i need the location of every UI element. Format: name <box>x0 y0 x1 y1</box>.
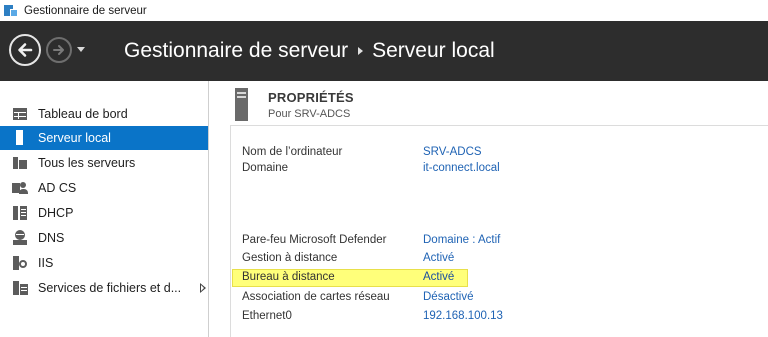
sidebar-item-file-services[interactable]: Services de fichiers et d... <box>0 276 208 300</box>
property-value-link[interactable]: Domaine : Actif <box>423 234 500 246</box>
property-row-remote-management: Gestion à distance Activé <box>242 252 762 268</box>
window-title-bar: Gestionnaire de serveur <box>0 0 768 21</box>
sidebar-item-label: Serveur local <box>38 131 111 145</box>
back-button[interactable] <box>9 34 41 66</box>
sidebar-item-dashboard[interactable]: Tableau de bord <box>0 102 208 126</box>
window-title: Gestionnaire de serveur <box>24 4 147 17</box>
property-value-link[interactable]: Activé <box>423 252 454 264</box>
property-key: Gestion à distance <box>242 252 338 264</box>
local-server-icon <box>12 130 28 146</box>
property-row-domain: Domaine it-connect.local <box>242 162 762 178</box>
property-key: Association de cartes réseau <box>242 291 390 303</box>
sidebar-item-local-server[interactable]: Serveur local <box>0 126 208 150</box>
forward-button[interactable] <box>46 37 72 63</box>
sidebar-item-label: IIS <box>38 256 54 270</box>
property-key: Pare-feu Microsoft Defender <box>242 234 387 246</box>
property-value-link[interactable]: it-connect.local <box>423 162 500 174</box>
history-dropdown-button[interactable] <box>77 47 85 52</box>
submenu-arrow-icon[interactable] <box>200 283 206 293</box>
breadcrumb: Gestionnaire de serveur Serveur local <box>124 37 495 65</box>
sidebar-item-label: Services de fichiers et d... <box>38 281 182 295</box>
properties-subtitle: Pour SRV-ADCS <box>268 108 351 120</box>
sidebar-item-label: DHCP <box>38 206 74 220</box>
dashboard-icon <box>12 106 28 122</box>
sidebar-item-label: DNS <box>38 231 65 245</box>
property-key: Bureau à distance <box>242 271 335 283</box>
breadcrumb-root[interactable]: Gestionnaire de serveur <box>124 39 348 63</box>
adcs-icon <box>12 180 28 196</box>
navigation-sidebar: Tableau de bord Serveur local Tous les s… <box>0 81 209 337</box>
arrow-right-icon <box>53 45 64 55</box>
iis-icon <box>12 255 28 271</box>
sidebar-item-dns[interactable]: DNS <box>0 226 208 250</box>
properties-title: PROPRIÉTÉS <box>268 90 354 105</box>
server-manager-icon <box>4 4 18 17</box>
header-bar: Gestionnaire de serveur Serveur local <box>0 21 768 81</box>
property-key: Domaine <box>242 162 289 174</box>
sidebar-item-adcs[interactable]: AD CS <box>0 176 208 200</box>
sidebar-item-label: Tableau de bord <box>38 107 128 121</box>
sidebar-item-all-servers[interactable]: Tous les serveurs <box>0 151 208 175</box>
property-row-remote-desktop: Bureau à distance Activé <box>232 269 468 287</box>
breadcrumb-current: Serveur local <box>372 39 495 62</box>
sidebar-item-label: AD CS <box>38 181 77 195</box>
file-services-icon <box>12 280 28 296</box>
property-row-firewall: Pare-feu Microsoft Defender Domaine : Ac… <box>242 234 762 250</box>
property-value-link[interactable]: Activé <box>423 271 454 283</box>
property-key: Nom de l’ordinateur <box>242 146 343 158</box>
property-row-computer-name: Nom de l’ordinateur SRV-ADCS <box>242 146 762 162</box>
property-key: Ethernet0 <box>242 310 292 322</box>
property-row-nic-teaming: Association de cartes réseau Désactivé <box>242 291 762 307</box>
sidebar-item-dhcp[interactable]: DHCP <box>0 201 208 225</box>
server-tower-icon <box>235 88 248 121</box>
property-row-ethernet0: Ethernet0 192.168.100.13 <box>242 310 762 326</box>
properties-panel: PROPRIÉTÉS Pour SRV-ADCS Nom de l’ordina… <box>210 81 768 337</box>
sidebar-item-iis[interactable]: IIS <box>0 251 208 275</box>
sidebar-item-label: Tous les serveurs <box>38 156 136 170</box>
arrow-left-icon <box>18 43 33 57</box>
property-value-link[interactable]: Désactivé <box>423 291 474 303</box>
dhcp-icon <box>12 205 28 221</box>
dns-icon <box>12 230 28 246</box>
property-value-link[interactable]: SRV-ADCS <box>423 146 482 158</box>
properties-header: PROPRIÉTÉS Pour SRV-ADCS <box>210 81 768 125</box>
breadcrumb-separator-icon <box>358 47 364 55</box>
property-value-link[interactable]: 192.168.100.13 <box>423 310 503 322</box>
all-servers-icon <box>12 155 28 171</box>
